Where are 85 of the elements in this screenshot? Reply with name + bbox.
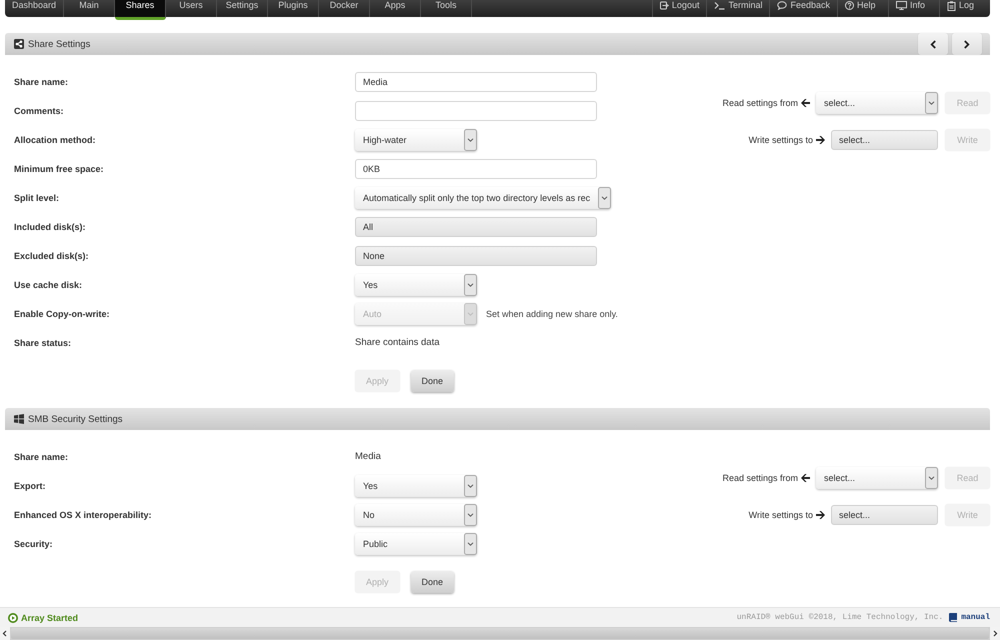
nav-tab[interactable]: Users xyxy=(166,0,218,17)
dropdown[interactable]: High-water xyxy=(355,128,477,150)
next-button[interactable] xyxy=(952,33,982,55)
dropdown[interactable]: select... xyxy=(816,467,938,489)
text-field[interactable]: Media xyxy=(355,72,597,92)
section-title: SMB Security Settings xyxy=(28,414,124,424)
list-field[interactable]: select... xyxy=(831,130,938,150)
previous-button[interactable] xyxy=(918,33,948,55)
field-label: Excluded disk(s): xyxy=(14,250,89,260)
play-circle-icon xyxy=(8,612,18,622)
caret-icon xyxy=(925,467,938,489)
field-label: Split level: xyxy=(14,192,60,202)
field-label: Share name: xyxy=(14,76,68,86)
field-label: Export: xyxy=(14,480,46,490)
share-icon xyxy=(14,39,24,49)
caret-icon xyxy=(464,302,477,324)
chevron-right-icon xyxy=(964,40,970,48)
status-text: Array Started xyxy=(21,612,78,622)
list-field[interactable]: All xyxy=(355,216,597,236)
field-label: Allocation method: xyxy=(14,134,96,144)
logout-icon xyxy=(660,1,669,10)
arrow-left-icon xyxy=(801,99,810,107)
nav-link[interactable]: Help xyxy=(837,0,888,17)
field-value: Media xyxy=(355,451,381,462)
dropdown[interactable]: Yes xyxy=(355,474,477,496)
help-icon xyxy=(845,1,854,10)
dropdown[interactable]: Automatically split only the top two directory levels as rec xyxy=(355,186,612,208)
form-button[interactable]: Done xyxy=(410,571,454,593)
nav-link[interactable]: Feedback xyxy=(769,0,837,17)
nav-tab[interactable]: Dashboard xyxy=(5,0,64,17)
transfer-label: Write settings to xyxy=(748,510,813,520)
field-label: Enhanced OS X interoperability: xyxy=(14,510,152,520)
nav-link[interactable]: Logout xyxy=(652,0,706,17)
nav-link[interactable]: Log xyxy=(939,0,990,17)
nav-tab[interactable]: Settings xyxy=(217,0,268,17)
dropdown[interactable]: Public xyxy=(355,532,477,554)
document-icon xyxy=(947,1,956,11)
arrow-right-icon xyxy=(816,511,825,519)
nav-tab[interactable]: Plugins xyxy=(268,0,320,17)
transfer-label: Write settings to xyxy=(748,135,813,145)
text-field[interactable] xyxy=(355,100,597,120)
field-label: Security: xyxy=(14,538,53,548)
nav-link[interactable]: Info xyxy=(888,0,939,17)
field-label: Use cache disk: xyxy=(14,280,82,290)
caret-icon xyxy=(464,474,477,496)
field-value: Share contains data xyxy=(355,337,440,348)
caret-icon xyxy=(464,532,477,554)
caret-icon xyxy=(464,274,477,296)
dropdown[interactable]: No xyxy=(355,504,477,526)
section-title: Share Settings xyxy=(28,38,92,50)
horizontal-scrollbar[interactable] xyxy=(0,627,1000,640)
terminal-icon xyxy=(714,1,726,10)
field-label: Minimum free space: xyxy=(14,164,104,174)
monitor-icon xyxy=(896,1,907,10)
caret-icon xyxy=(464,128,477,150)
transfer-label: Read settings from xyxy=(722,98,798,108)
nav-link[interactable]: Terminal xyxy=(706,0,770,17)
text-field[interactable]: 0KB xyxy=(355,158,597,178)
list-field[interactable]: select... xyxy=(831,505,938,525)
field-label: Share status: xyxy=(14,338,72,348)
hint-text: Set when adding new share only. xyxy=(486,308,618,318)
arrow-right-icon xyxy=(816,136,825,144)
field-label: Comments: xyxy=(14,106,64,116)
nav-tab[interactable]: Apps xyxy=(370,0,422,17)
copyright-text: unRAID® webGui ©2018, Lime Technology, Inc. xyxy=(736,613,944,622)
list-field[interactable]: None xyxy=(355,246,597,266)
arrow-left-icon xyxy=(801,474,810,482)
caret-icon xyxy=(598,186,612,208)
dropdown[interactable]: Yes xyxy=(355,274,477,296)
nav-tab[interactable]: Shares xyxy=(115,0,166,20)
caret-icon xyxy=(464,504,477,526)
tiles-icon xyxy=(14,414,24,424)
transfer-label: Read settings from xyxy=(722,473,798,483)
nav-tab[interactable]: Tools xyxy=(421,0,472,17)
form-button[interactable]: Done xyxy=(410,370,454,392)
speech-bubble-icon xyxy=(777,1,788,10)
nav-tab[interactable]: Docker xyxy=(319,0,370,17)
dropdown[interactable]: select... xyxy=(816,92,938,114)
manual-link[interactable]: manual xyxy=(961,613,990,622)
field-label: Included disk(s): xyxy=(14,222,86,232)
chevron-left-icon xyxy=(930,40,936,48)
caret-icon xyxy=(925,92,938,114)
book-icon xyxy=(949,613,958,622)
field-label: Enable Copy-on-write: xyxy=(14,308,110,318)
field-label: Share name: xyxy=(14,452,68,462)
